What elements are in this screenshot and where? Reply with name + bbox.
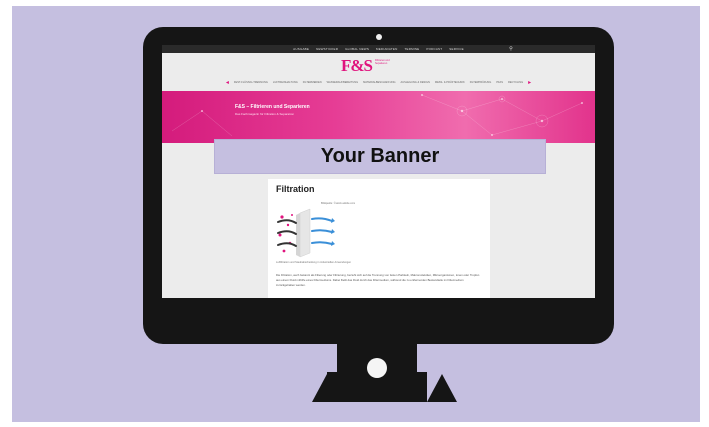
power-button-icon[interactable]	[367, 358, 387, 378]
article-title: Filtration	[276, 184, 315, 194]
category-item[interactable]: FILTERPRÜFUNG	[470, 81, 492, 84]
filtration-illustration	[277, 208, 335, 258]
webcam-icon	[376, 34, 382, 40]
article-card: Filtration Bildquelle: ©stock.adobe.com	[268, 179, 490, 298]
topnav-item[interactable]: SERVICE	[449, 47, 464, 51]
category-item[interactable]: AUSLEGUNG & DESIGN	[401, 81, 430, 84]
background-panel: AUSGABE NEWSTICKER GLOBAL NEWS MEDIADATE…	[12, 6, 700, 422]
topnav-item[interactable]: MEDIADATEN	[376, 47, 397, 51]
topnav-item[interactable]: AUSGABE	[293, 47, 309, 51]
monitor-bezel: AUSGABE NEWSTICKER GLOBAL NEWS MEDIADATE…	[143, 27, 614, 344]
monitor-screen: AUSGABE NEWSTICKER GLOBAL NEWS MEDIADATE…	[162, 45, 595, 298]
chevron-left-icon[interactable]: ◂	[226, 79, 229, 86]
category-navigation: ◂ FEST-FLÜSSIG-TRENNUNG LUFTREINHALTUNG …	[162, 78, 595, 87]
search-icon[interactable]: ⚲	[509, 46, 513, 52]
hero-subtitle: Das Fachmagazin für Filtration & Separat…	[235, 112, 295, 116]
topnav-item[interactable]: GLOBAL NEWS	[345, 47, 369, 51]
monitor-stand-right	[427, 374, 457, 402]
category-item[interactable]: LUFTREINHALTUNG	[273, 81, 298, 84]
topnav-item[interactable]: NEWSTICKER	[316, 47, 338, 51]
site-logo[interactable]: F&S	[341, 56, 373, 76]
category-item[interactable]: PFAS	[496, 81, 503, 84]
image-caption: Luftfiltration und Staubabscheidung in i…	[276, 261, 352, 264]
category-item[interactable]: FILTERMEDIEN	[303, 81, 322, 84]
category-item[interactable]: RECYCLING	[508, 81, 523, 84]
article-body: Die Filtration, auch bekannt als Filteru…	[276, 273, 480, 287]
category-item[interactable]: MESS- & PRÜFTECHNIK	[435, 81, 465, 84]
topnav-item[interactable]: PODCAST	[426, 47, 442, 51]
category-item[interactable]: WASSERAUFBEREITUNG	[327, 81, 358, 84]
ad-banner[interactable]: Your Banner	[214, 139, 546, 174]
topnav-item[interactable]: TERMINE	[404, 47, 419, 51]
network-pattern-decoration	[171, 94, 583, 137]
logo-subtitle: Filtrieren und Separieren	[375, 59, 390, 65]
category-item[interactable]: MATERIALBESCHAFFUNG	[363, 81, 395, 84]
chevron-right-icon[interactable]: ▸	[528, 79, 531, 86]
hero-title: F&S – Filtrieren und Separieren	[235, 104, 310, 110]
top-navigation: AUSGABE NEWSTICKER GLOBAL NEWS MEDIADATE…	[162, 45, 595, 53]
category-item[interactable]: FEST-FLÜSSIG-TRENNUNG	[234, 81, 268, 84]
hero-banner: F&S – Filtrieren und Separieren Das Fach…	[162, 91, 595, 143]
